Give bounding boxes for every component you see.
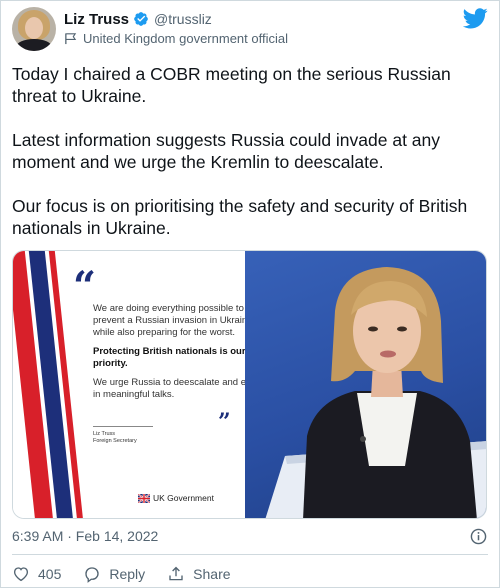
share-label: Share	[193, 566, 231, 582]
like-button[interactable]: 405	[12, 565, 61, 583]
tweet-text: Today I chaired a COBR meeting on the se…	[12, 63, 492, 261]
twitter-bird-icon[interactable]	[463, 8, 488, 29]
info-icon[interactable]	[470, 528, 487, 545]
share-upload-icon	[169, 566, 183, 581]
tweet-media-image[interactable]: “ We are doing everything possible to pr…	[12, 250, 487, 519]
signature-rule	[93, 426, 153, 427]
heart-icon	[13, 567, 29, 582]
government-flag-icon	[65, 32, 77, 44]
like-count: 405	[38, 566, 62, 582]
action-bar: 405 Reply Share	[12, 564, 253, 584]
tweet-paragraph: Today I chaired a COBR meeting on the se…	[12, 64, 451, 106]
signature-title: Foreign Secretary	[93, 438, 137, 444]
uk-government-brand: UK Government	[138, 493, 214, 503]
author-display-name[interactable]: Liz Truss	[64, 11, 129, 28]
portrait-illustration	[265, 267, 486, 518]
tweet-paragraph: Latest information suggests Russia could…	[12, 130, 441, 172]
share-button[interactable]: Share	[167, 565, 231, 583]
author-handle[interactable]: @trussliz	[154, 11, 212, 27]
tweet-timestamp[interactable]: 6:39 AM · Feb 14, 2022	[12, 528, 158, 544]
open-quote-mark: “	[73, 263, 97, 310]
tweet-paragraph: Our focus is on prioritising the safety …	[12, 196, 468, 238]
uk-government-text: UK Government	[153, 493, 214, 503]
government-label-row: United Kingdom government official	[64, 30, 288, 46]
reply-bubble-icon	[85, 567, 100, 583]
close-quote-mark: ”	[218, 409, 231, 435]
author-row: Liz Truss @trussliz	[64, 10, 212, 28]
avatar-body	[16, 39, 52, 51]
reply-button[interactable]: Reply	[83, 565, 145, 583]
avatar-face	[25, 17, 43, 39]
government-label[interactable]: United Kingdom government official	[83, 31, 288, 46]
union-flag-icon	[138, 493, 150, 503]
divider	[12, 554, 488, 555]
reply-label: Reply	[109, 566, 146, 582]
signature-name: Liz Truss	[93, 431, 116, 437]
tweet-card: Liz Truss @trussliz United Kingdom gover…	[0, 0, 500, 588]
avatar[interactable]	[12, 7, 56, 51]
portrait-photo	[245, 251, 486, 518]
verified-badge-icon	[134, 12, 148, 26]
